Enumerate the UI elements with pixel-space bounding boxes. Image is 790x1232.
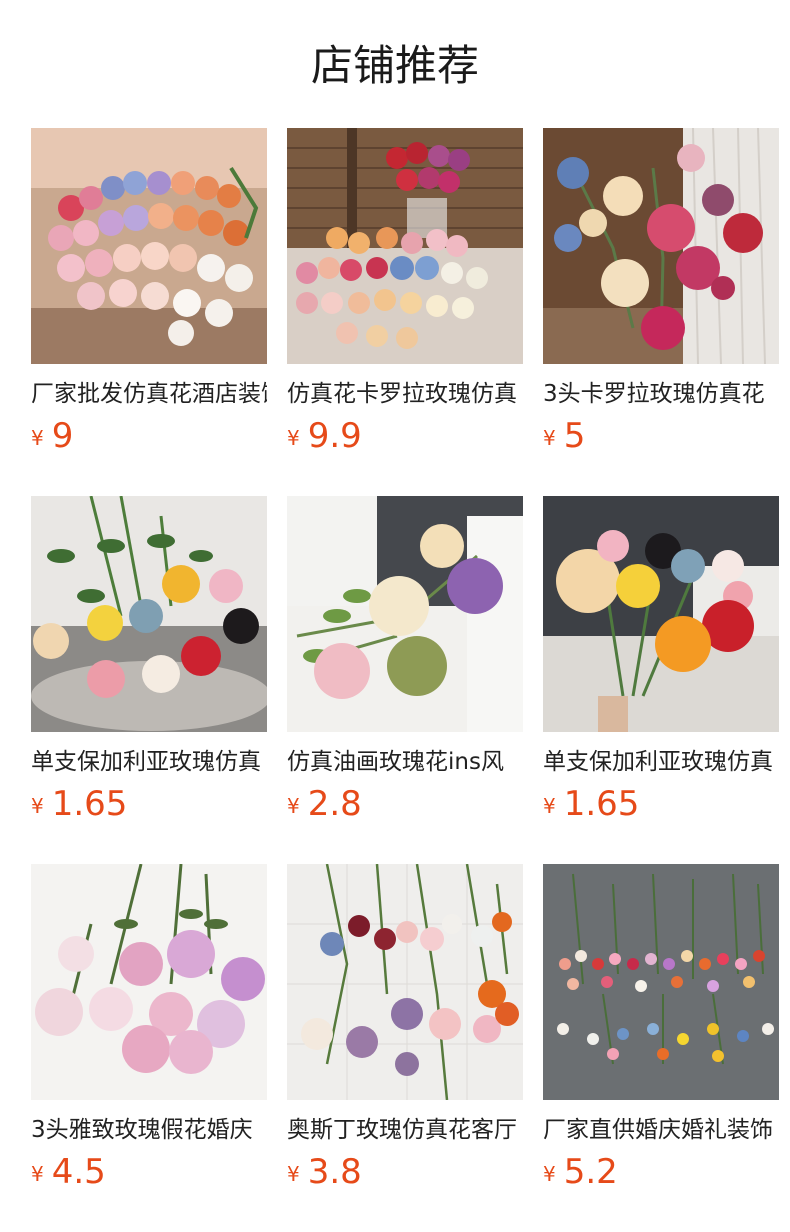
product-card[interactable]: 仿真油画玫瑰花ins风 ¥2.8 [287,496,523,824]
product-name[interactable]: 仿真油画玫瑰花ins风 [287,747,523,777]
product-name[interactable]: 3头雅致玫瑰假花婚庆 [31,1115,267,1145]
product-image[interactable] [287,128,523,364]
currency-symbol: ¥ [287,794,300,818]
price-value: 1.65 [563,784,640,824]
product-price: ¥9.9 [287,416,523,462]
product-card[interactable]: 仿真花卡罗拉玫瑰仿真 ¥9.9 [287,128,523,456]
product-name[interactable]: 仿真花卡罗拉玫瑰仿真 [287,379,523,409]
currency-symbol: ¥ [31,794,44,818]
product-name[interactable]: 单支保加利亚玫瑰仿真 [543,747,779,777]
product-card[interactable]: 奥斯丁玫瑰仿真花客厅 ¥3.8 [287,864,523,1192]
product-card[interactable]: 厂家直供婚庆婚礼装饰 ¥5.2 [543,864,779,1192]
product-image[interactable] [287,864,523,1100]
price-value: 5.2 [563,1152,618,1192]
currency-symbol: ¥ [31,426,44,450]
product-price: ¥4.5 [31,1152,267,1198]
product-image[interactable] [31,496,267,732]
product-grid: 厂家批发仿真花酒店装饰 ¥9 仿真花卡罗拉玫瑰仿真 ¥ 9.9 3头卡罗拉玫瑰仿… [31,128,779,1192]
product-card[interactable]: 厂家批发仿真花酒店装饰 ¥9 [31,128,267,456]
price-value: 5 [563,416,586,456]
product-price: ¥1.65 [543,784,779,830]
product-price: ¥5 [543,416,779,462]
currency-symbol: ¥ [287,1162,300,1186]
product-price: ¥2.8 [287,784,523,830]
product-price: ¥3.8 [287,1152,523,1198]
product-name[interactable]: 单支保加利亚玫瑰仿真 [31,747,267,777]
product-name[interactable]: 厂家批发仿真花酒店装饰 [31,379,267,409]
product-card[interactable]: 单支保加利亚玫瑰仿真 ¥1.65 [31,496,267,824]
product-image[interactable] [543,128,779,364]
product-card[interactable]: 单支保加利亚玫瑰仿真 ¥1.65 [543,496,779,824]
product-name[interactable]: 厂家直供婚庆婚礼装饰 [543,1115,779,1145]
currency-symbol: ¥ [543,1162,556,1186]
product-price: ¥5.2 [543,1152,779,1198]
price-value: 9.9 [307,416,362,456]
product-name[interactable]: 奥斯丁玫瑰仿真花客厅 [287,1115,523,1145]
product-image[interactable] [31,128,267,364]
product-image[interactable] [31,864,267,1100]
product-card[interactable]: 3头卡罗拉玫瑰仿真花 ¥5 [543,128,779,456]
price-value: 2.8 [307,784,362,824]
product-card[interactable]: 3头雅致玫瑰假花婚庆 ¥4.5 [31,864,267,1192]
price-value: 9 [51,416,74,456]
product-price: ¥9 [31,416,267,462]
currency-symbol: ¥ [287,426,300,450]
currency-symbol: ¥ [543,426,556,450]
price-value: 3.8 [307,1152,362,1192]
currency-symbol: ¥ [543,794,556,818]
currency-symbol: ¥ [31,1162,44,1186]
product-image[interactable] [543,864,779,1100]
product-name[interactable]: 3头卡罗拉玫瑰仿真花 [543,379,779,409]
product-image[interactable] [543,496,779,732]
product-price: ¥1.65 [31,784,267,830]
page-title: 店铺推荐 [310,41,479,90]
price-value: 4.5 [51,1152,106,1192]
product-image[interactable] [287,496,523,732]
price-value: 1.65 [51,784,128,824]
